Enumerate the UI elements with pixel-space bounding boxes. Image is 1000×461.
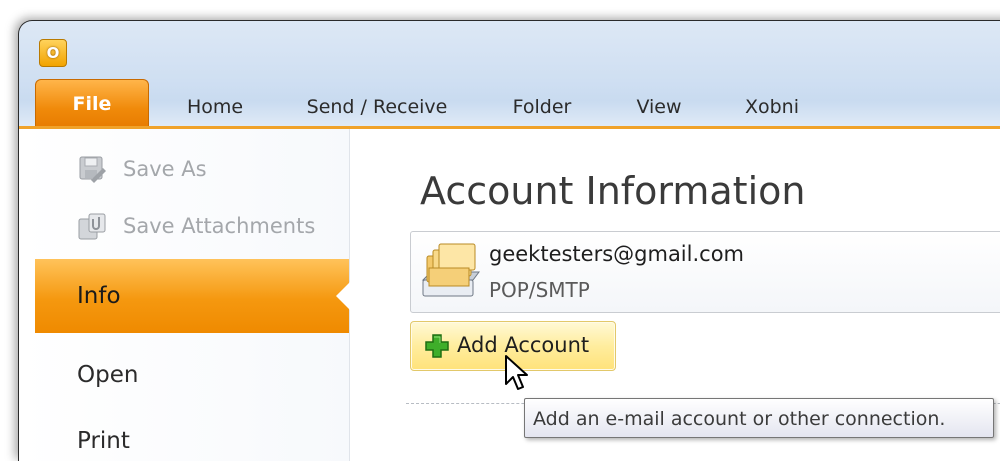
nav-item-label: Save As xyxy=(123,157,207,181)
ribbon-tabs: File Home Send / Receive Folder View Xob… xyxy=(19,77,1000,128)
nav-item-label: Info xyxy=(77,283,121,309)
tab-home[interactable]: Home xyxy=(169,89,261,125)
nav-item-save-as[interactable]: Save As xyxy=(19,147,349,191)
tab-folder[interactable]: Folder xyxy=(497,89,587,125)
mouse-pointer-icon xyxy=(505,355,528,390)
nav-item-save-attachments[interactable]: Save Attachments xyxy=(19,204,349,248)
tab-file[interactable]: File xyxy=(35,79,149,128)
account-type: POP/SMTP xyxy=(489,278,590,302)
nav-item-info[interactable]: Info xyxy=(35,259,350,333)
tab-xobni[interactable]: Xobni xyxy=(727,89,817,125)
page-title: Account Information xyxy=(420,169,806,213)
tab-view[interactable]: View xyxy=(619,89,699,125)
account-folder-icon xyxy=(421,243,480,297)
nav-item-label: Print xyxy=(77,428,130,454)
backstage-nav: Save As Save Attachments Info Open Print xyxy=(19,129,350,461)
save-attachments-icon xyxy=(78,213,106,240)
outlook-window: O File Home Send / Receive Folder View X… xyxy=(18,20,1000,461)
title-bar: O xyxy=(19,21,1000,81)
account-selector[interactable]: geektesters@gmail.com POP/SMTP xyxy=(410,231,1000,313)
nav-item-open[interactable]: Open xyxy=(19,353,349,397)
save-as-icon xyxy=(79,156,106,183)
green-plus-icon xyxy=(425,334,449,358)
tab-send-receive[interactable]: Send / Receive xyxy=(287,89,467,125)
nav-item-label: Save Attachments xyxy=(123,214,316,238)
account-email: geektesters@gmail.com xyxy=(489,242,745,266)
add-account-tooltip: Add an e-mail account or other connectio… xyxy=(524,398,994,438)
nav-item-print[interactable]: Print xyxy=(19,419,349,461)
outlook-icon[interactable]: O xyxy=(39,39,67,67)
nav-item-label: Open xyxy=(77,362,139,388)
